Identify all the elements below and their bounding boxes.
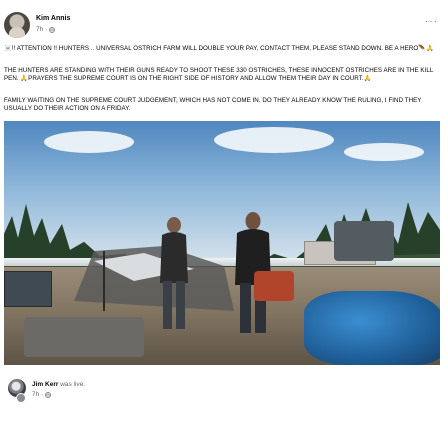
video-blue-tarp [304, 291, 440, 365]
video-equipment [334, 221, 394, 261]
post-paragraph-3: FAMILY WAITING ON THE SUPREME COURT JUDG… [4, 97, 422, 112]
post-header: Kim Annis 7h · ··· [4, 12, 444, 42]
facebook-post: Kim Annis 7h · ··· ☠️!! ATTENTION !! HUN… [0, 0, 448, 436]
video-cloud [214, 127, 334, 153]
separator-dot: · [45, 26, 48, 33]
video-foreground-bin [24, 317, 144, 357]
live-indicator-icon [16, 393, 26, 403]
shared-meta: 7h · [32, 391, 52, 398]
video-cloud [344, 143, 424, 161]
more-options-icon[interactable]: ··· [425, 16, 438, 27]
shared-live-video[interactable] [4, 121, 440, 365]
separator-dot: · [41, 391, 44, 398]
video-gas-can [254, 271, 294, 301]
video-cloud [44, 131, 134, 153]
post-paragraph-1: ☠️!! ATTENTION !! HUNTERS .. UNIVERSAL O… [4, 45, 434, 52]
author-name[interactable]: Kim Annis [36, 15, 70, 22]
globe-icon [49, 26, 56, 33]
video-person-left [160, 217, 188, 329]
shared-name[interactable]: Jim Kerr [32, 381, 58, 388]
author-avatar[interactable] [4, 12, 30, 38]
globe-icon [45, 391, 52, 398]
post-paragraph-2: THE HUNTERS ARE STANDING WITH THEIR GUNS… [4, 67, 434, 82]
video-vehicle [4, 271, 52, 307]
shared-action: was live. [60, 381, 86, 388]
shared-attribution: Jim Kerr was live. [32, 381, 85, 388]
shared-time[interactable]: 7h [32, 391, 39, 398]
post-time[interactable]: 7h [36, 26, 43, 33]
post-meta: 7h · [36, 26, 56, 33]
shared-from: Jim Kerr was live. 7h · [4, 377, 444, 411]
